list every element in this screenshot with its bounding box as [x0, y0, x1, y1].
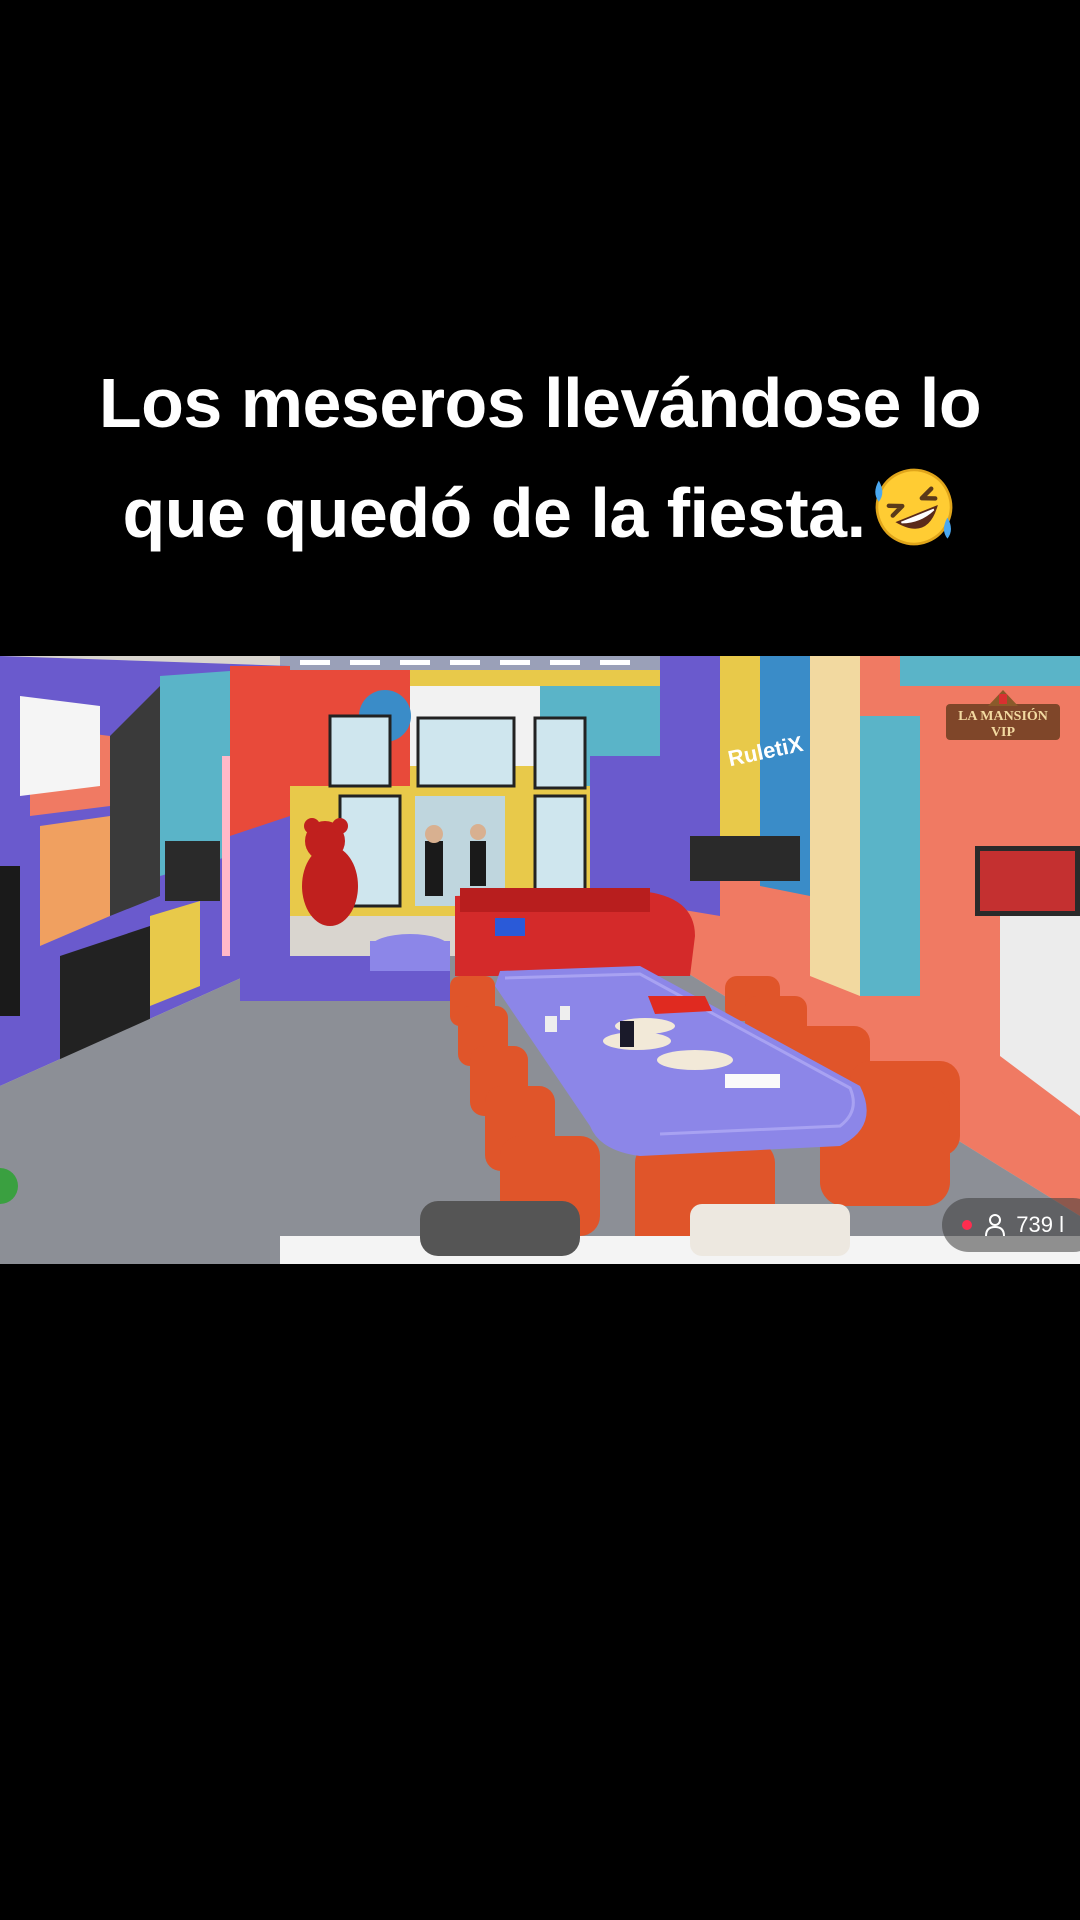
- viewer-count: 739 l: [1016, 1212, 1064, 1237]
- person-icon: [985, 1214, 1006, 1237]
- reel-screen: Los meseros llevándose lo que quedó de l…: [0, 0, 1080, 1920]
- live-dot-icon: [962, 1220, 973, 1230]
- la-mansion-vip-logo: LA MANSIÓN VIP: [946, 690, 1060, 740]
- caption-line-2: que quedó de la fiesta.: [0, 458, 1080, 568]
- caption-line-2-text: que quedó de la fiesta.: [122, 474, 866, 552]
- logo-line-2: VIP: [991, 725, 1016, 740]
- live-viewer-badge: 739 l: [942, 1198, 1080, 1252]
- video-player[interactable]: RuletiX LA MANSIÓN VIP 739 l: [0, 656, 1080, 1264]
- rolling-laughing-emoji-icon: [874, 468, 952, 546]
- video-caption: Los meseros llevándose lo que quedó de l…: [0, 348, 1080, 568]
- video-frame-scene: RuletiX: [0, 656, 1080, 1264]
- logo-line-1: LA MANSIÓN: [958, 707, 1048, 724]
- caption-line-1: Los meseros llevándose lo: [98, 364, 982, 442]
